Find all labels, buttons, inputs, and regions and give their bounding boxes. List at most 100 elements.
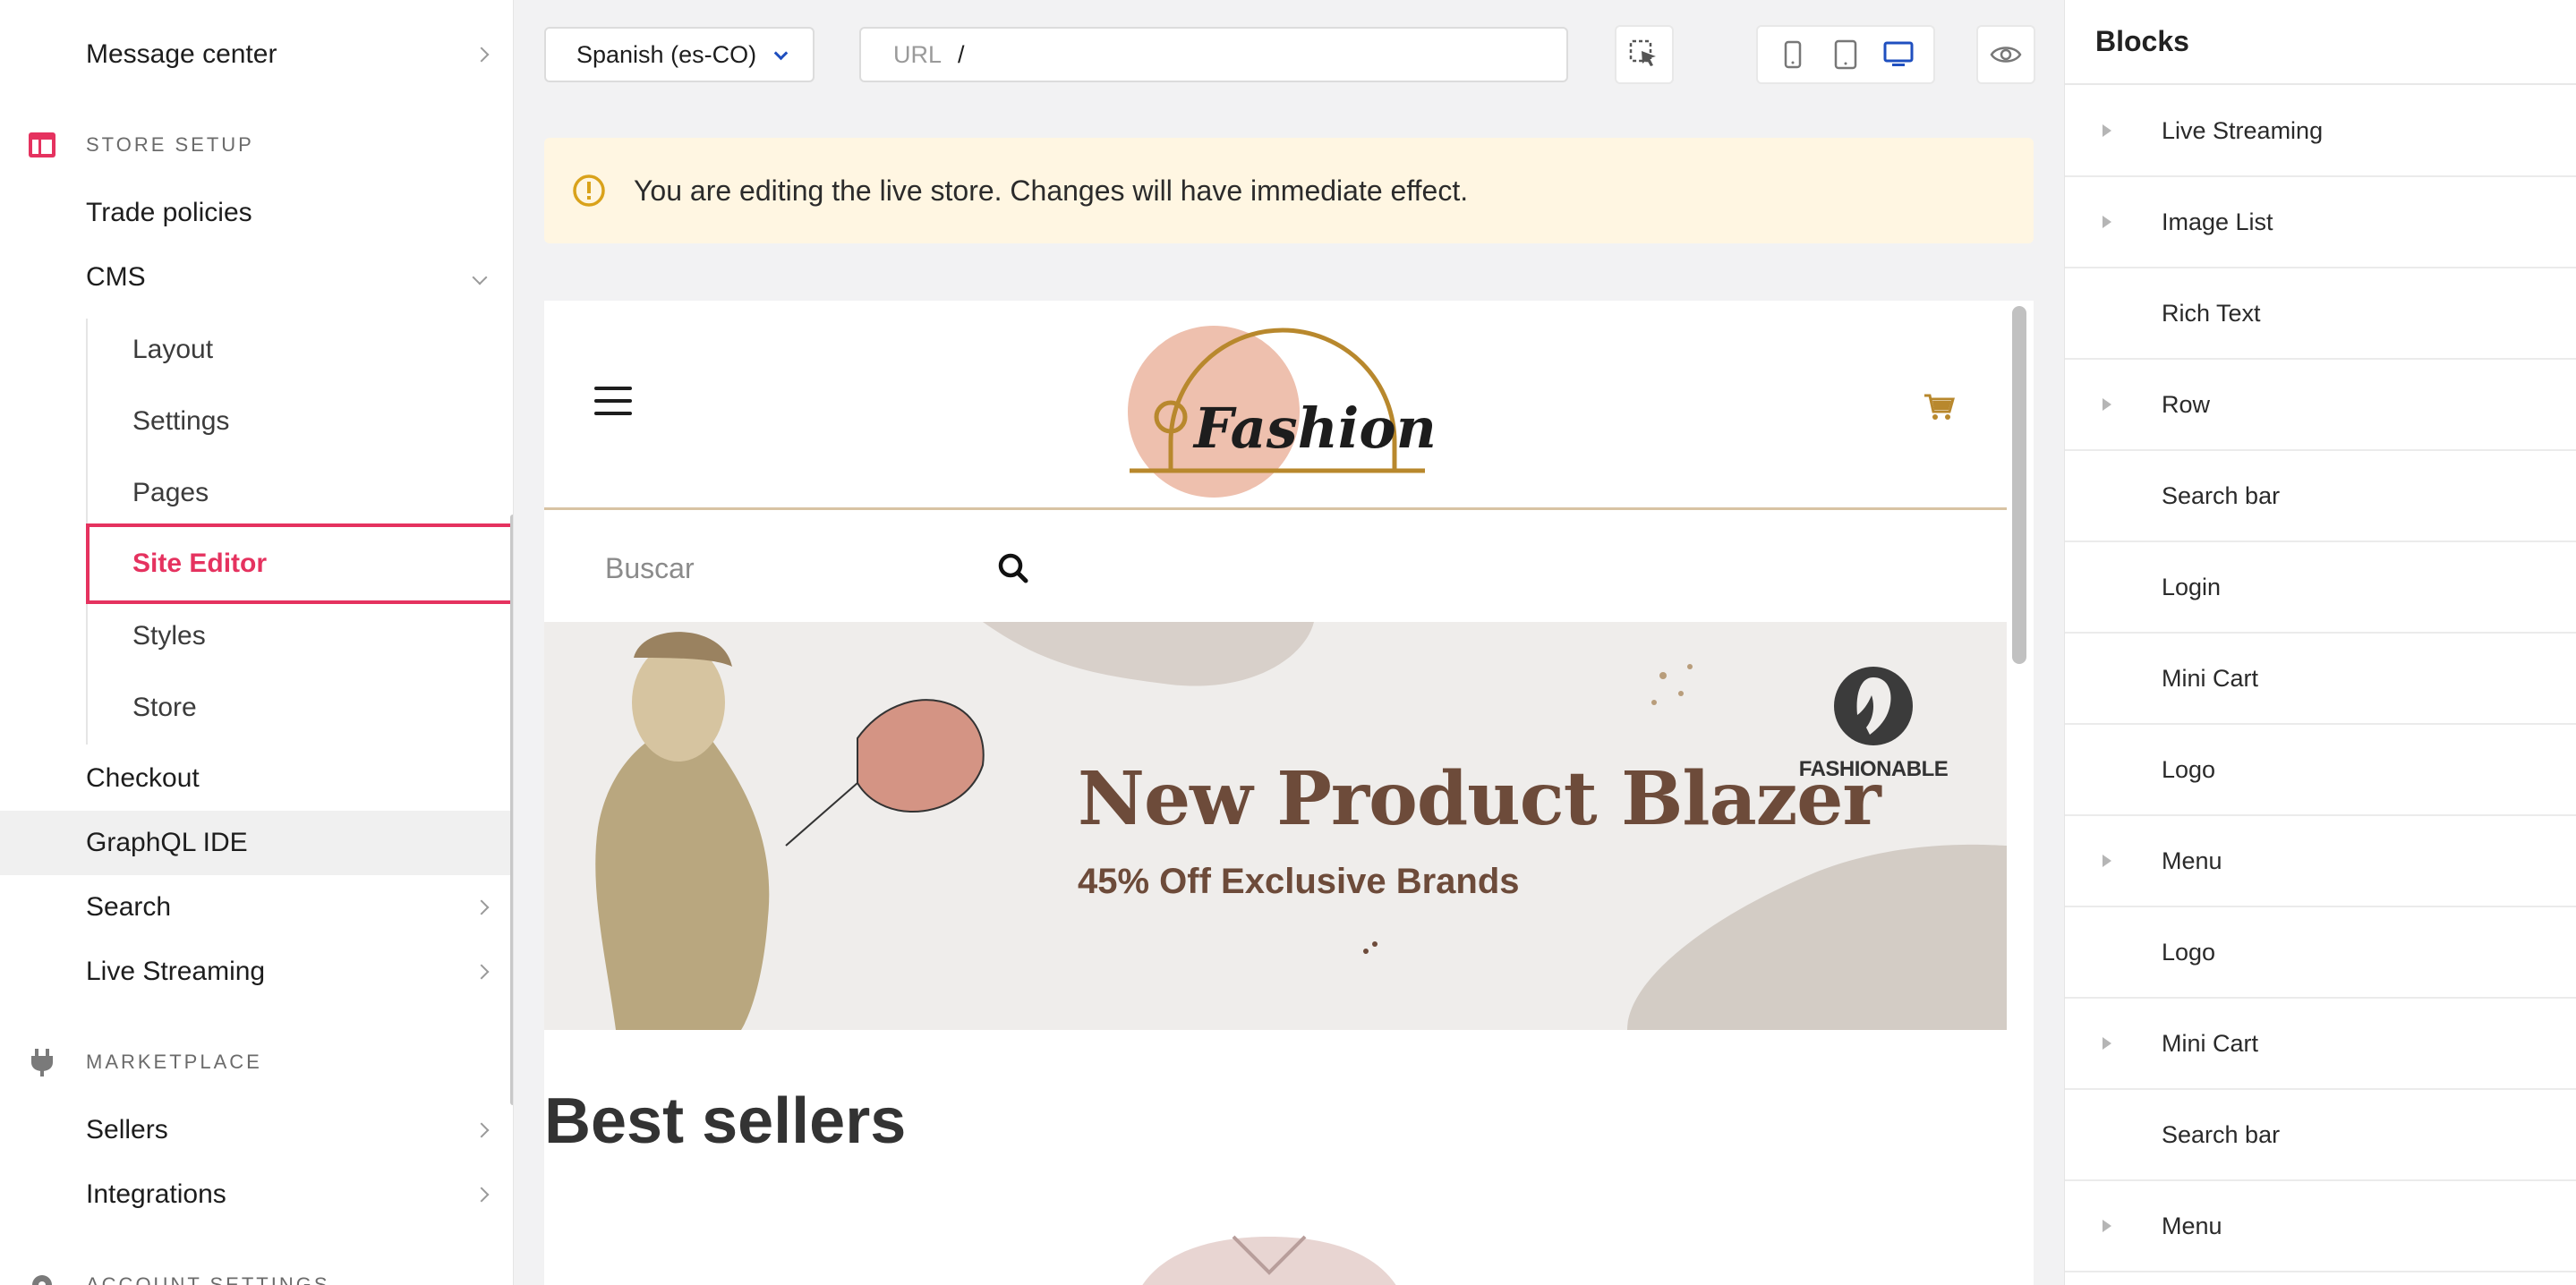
sidebar-item-pages[interactable]: Pages [0,461,513,525]
expand-arrow-icon[interactable] [2103,855,2111,867]
block-item-label: Menu [2162,847,2222,874]
desktop-view-button[interactable] [1875,31,1922,78]
url-label: URL [893,40,943,68]
sidebar-item-settings[interactable]: Settings [0,389,513,454]
url-input[interactable]: URL / [859,27,1568,82]
best-sellers-heading: Best sellers [544,1085,907,1157]
tablet-icon [1834,39,1857,70]
sidebar-item-label: Layout [132,335,214,364]
locale-value: Spanish (es-CO) [576,40,757,68]
sidebar-item-label: Styles [132,621,206,651]
hero-banner[interactable]: New Product Blazer 45% Off Exclusive Bra… [544,622,2007,1030]
locale-select[interactable]: Spanish (es-CO) [544,27,815,82]
brand-text: FASHIONABLE [1798,757,1949,781]
block-item-label: Login [2162,573,2222,600]
block-item[interactable]: Menu [2065,1181,2576,1272]
sidebar-item-trade-policies[interactable]: Trade policies [0,181,513,245]
inspect-button[interactable] [1615,25,1674,84]
block-item-label: Mini Cart [2162,1029,2259,1057]
block-item[interactable]: Logo [2065,907,2576,999]
sidebar-item-cms[interactable]: CMS [0,245,513,310]
sidebar-item-label: GraphQL IDE [86,828,248,857]
tablet-view-button[interactable] [1822,31,1869,78]
sidebar-item-message-center[interactable]: Message center [0,22,513,87]
sidebar-item-site-editor[interactable]: Site Editor [86,523,513,604]
sidebar-item-graphql-ide[interactable]: GraphQL IDE [0,811,513,875]
plug-icon [31,1049,53,1077]
block-item[interactable]: Live Streaming [2065,86,2576,177]
sidebar-item-label: Store [132,693,197,722]
eye-icon [1990,47,2022,63]
mobile-view-button[interactable] [1770,31,1816,78]
sidebar-scrollbar[interactable] [510,515,513,1105]
chevron-right-icon [473,47,490,63]
preview-button[interactable] [1976,25,2035,84]
block-item[interactable]: Logo [2065,725,2576,816]
block-item-label: Menu [2162,1212,2222,1239]
desktop-icon [1883,41,1914,66]
sidebar-item-integrations[interactable]: Integrations [0,1162,513,1227]
block-item[interactable]: Search bar [2065,1090,2576,1181]
block-item[interactable]: Mini Cart [2065,999,2576,1090]
search-placeholder: Buscar [605,552,695,584]
section-marketplace: MARKETPLACE [0,1035,513,1089]
block-item[interactable]: Mini Cart [2065,634,2576,725]
block-item[interactable]: Search bar [2065,451,2576,542]
mobile-icon [1785,40,1802,69]
sidebar-item-styles[interactable]: Styles [0,604,513,668]
sidebar-item-label: Pages [132,478,209,507]
sidebar-item-live-streaming[interactable]: Live Streaming [0,940,513,1004]
banner-title: New Product Blazer [1078,756,1881,842]
section-store-setup: STORE SETUP [0,118,513,172]
block-item-label: Rich Text [2162,299,2261,327]
preview-scrollbar[interactable] [2012,306,2026,664]
woman-silhouette-icon [1834,667,1913,745]
chevron-right-icon [473,899,490,915]
sidebar-item-search[interactable]: Search [0,875,513,940]
sidebar-item-layout[interactable]: Layout [0,318,513,382]
expand-arrow-icon[interactable] [2103,1220,2111,1232]
block-item-label: Image List [2162,208,2273,235]
hamburger-menu-icon[interactable] [594,387,632,424]
sidebar-item-sellers[interactable]: Sellers [0,1098,513,1162]
block-item-label: Logo [2162,938,2216,966]
block-item-label: Live Streaming [2162,116,2324,144]
product-image[interactable] [1081,1228,1457,1285]
chevron-down-icon [773,46,789,61]
blocks-panel: Blocks Live Streaming Image List Rich Text… [2064,0,2576,1285]
editor-toolbar: Spanish (es-CO) URL / [516,0,2064,107]
url-value: / [958,40,965,68]
expand-arrow-icon[interactable] [2103,398,2111,411]
warning-text: You are editing the live store. Changes … [634,174,1469,207]
block-item[interactable]: Image List [2065,177,2576,268]
blocks-title: Blocks [2095,25,2189,57]
chevron-down-icon [472,269,488,285]
block-item[interactable]: Row [2065,360,2576,451]
expand-arrow-icon[interactable] [2103,124,2111,137]
sidebar-item-store[interactable]: Store [0,676,513,740]
banner-subtitle: 45% Off Exclusive Brands [1078,862,1520,901]
store-search-bar[interactable]: Buscar [544,513,2007,622]
block-item-label: Row [2162,390,2211,418]
expand-arrow-icon[interactable] [2103,216,2111,228]
search-icon[interactable] [995,550,1031,586]
chevron-right-icon [473,964,490,980]
store-header: Fashion [544,301,2007,510]
sidebar-item-label: Live Streaming [86,957,266,986]
logo-text: Fashion [1192,396,1437,461]
sidebar-item-label: Site Editor [132,549,268,578]
expand-arrow-icon[interactable] [2103,1037,2111,1050]
store-logo[interactable]: Fashion [1117,311,1457,499]
block-item[interactable]: Menu [2065,816,2576,907]
sidebar-item-label: Integrations [86,1179,226,1209]
block-item[interactable]: Login [2065,542,2576,634]
admin-sidebar: Message center STORE SETUP Trade policie… [0,0,514,1285]
block-item[interactable]: Rich Text [2065,268,2576,360]
sidebar-item-label: CMS [86,262,146,292]
sidebar-item-checkout[interactable]: Checkout [0,746,513,811]
section-label: MARKETPLACE [86,1051,262,1073]
cart-icon[interactable] [1923,390,1955,422]
store-preview-frame[interactable]: Fashion Buscar New Product Blazer 45% Of… [544,301,2034,1285]
sidebar-item-label: Search [86,892,172,922]
chevron-right-icon [473,1122,490,1138]
